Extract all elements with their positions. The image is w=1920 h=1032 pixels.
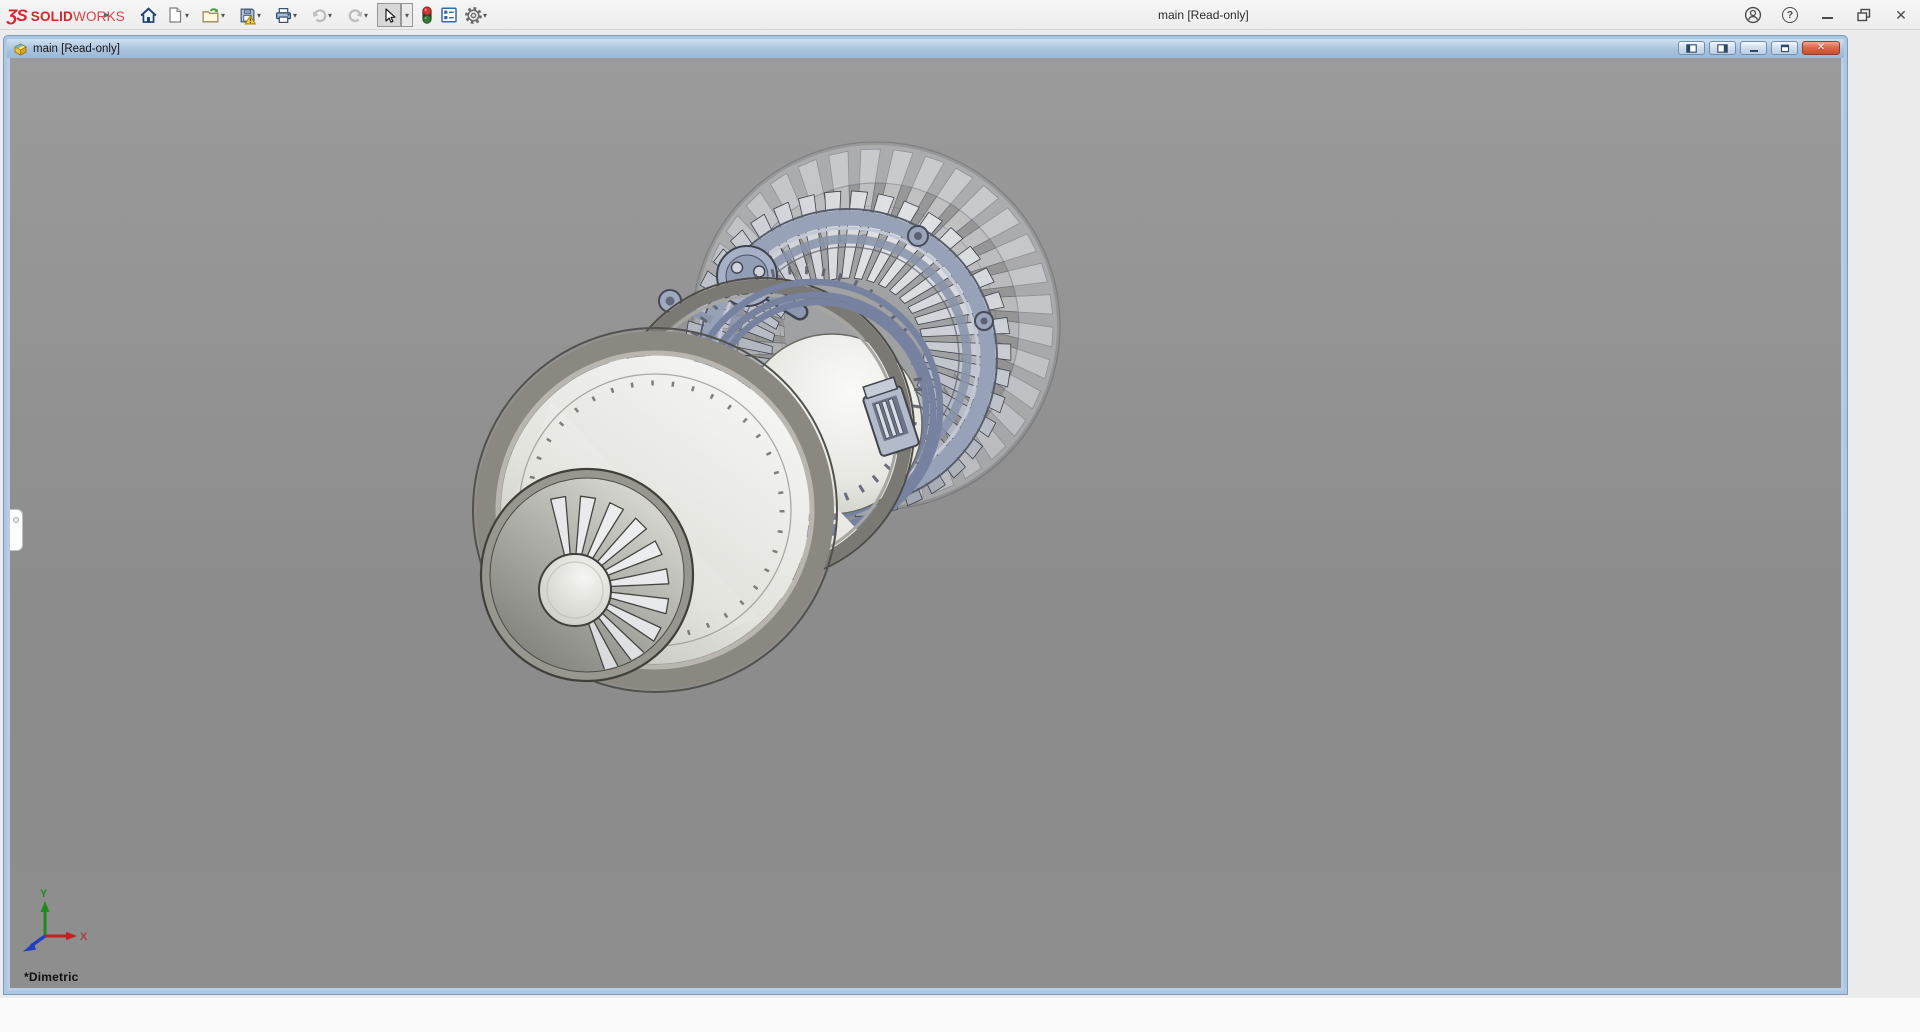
select-tool-button[interactable] bbox=[377, 3, 401, 27]
options-dropdown[interactable]: ▾ bbox=[479, 3, 491, 27]
doc-restore-button[interactable] bbox=[1771, 41, 1798, 55]
tab-knob-icon bbox=[13, 517, 19, 523]
new-document-dropdown[interactable]: ▾ bbox=[181, 3, 193, 27]
select-tool-dropdown[interactable]: ▾ bbox=[401, 3, 413, 27]
feature-tree-collapsed-tab[interactable] bbox=[10, 509, 23, 551]
redo-dropdown[interactable]: ▾ bbox=[360, 3, 372, 27]
pane-right-icon bbox=[1717, 44, 1728, 53]
document-window-controls: ✕ bbox=[1678, 41, 1840, 55]
doc-minimize-icon bbox=[1750, 50, 1758, 52]
design-table-icon bbox=[440, 6, 458, 24]
app-window-controls: ? ✕ bbox=[1744, 0, 1910, 30]
open-dropdown[interactable]: ▾ bbox=[217, 3, 229, 27]
solidworks-app: ƷSSOLIDWORKS ▸ ▾ ▾ bbox=[0, 0, 1920, 1032]
traffic-light-icon bbox=[419, 5, 435, 25]
minimize-icon bbox=[1822, 17, 1833, 19]
doc-tile-left-button[interactable] bbox=[1678, 41, 1705, 55]
selection-toggle-button[interactable] bbox=[415, 3, 439, 27]
document-window: main [Read-only] bbox=[4, 36, 1847, 994]
doc-minimize-button[interactable] bbox=[1740, 41, 1767, 55]
select-cursor-icon bbox=[380, 6, 398, 25]
app-close-button[interactable]: ✕ bbox=[1892, 6, 1910, 24]
doc-close-icon: ✕ bbox=[1817, 43, 1825, 53]
account-icon bbox=[1744, 6, 1762, 24]
graphics-viewport[interactable]: Y X *Dimetric bbox=[10, 58, 1841, 988]
app-window-title: main [Read-only] bbox=[1158, 0, 1249, 30]
document-title: main [Read-only] bbox=[33, 43, 120, 55]
document-titlebar: main [Read-only] bbox=[7, 39, 1844, 58]
triad-y-label: Y bbox=[40, 888, 48, 900]
orientation-triad[interactable]: Y X bbox=[23, 888, 88, 952]
jet-engine-model: Y X bbox=[10, 58, 1841, 988]
pane-left-icon bbox=[1686, 44, 1697, 53]
save-dropdown[interactable]: ▾ bbox=[253, 3, 265, 27]
doc-close-button[interactable]: ✕ bbox=[1802, 41, 1840, 55]
nozzle-hub bbox=[539, 554, 611, 626]
app-bottom-area bbox=[0, 998, 1920, 1032]
triad-x-label: X bbox=[80, 931, 88, 943]
home-button[interactable] bbox=[136, 3, 160, 27]
doc-restore-icon bbox=[1780, 44, 1790, 53]
undo-dropdown[interactable]: ▾ bbox=[324, 3, 336, 27]
assembly-document-icon bbox=[13, 42, 28, 56]
ds-logo-mark: ƷS bbox=[7, 6, 27, 26]
app-restore-button[interactable] bbox=[1855, 6, 1873, 24]
home-icon bbox=[139, 6, 158, 25]
report-button[interactable] bbox=[437, 3, 461, 27]
main-toolbar: ƷSSOLIDWORKS ▸ ▾ ▾ bbox=[0, 0, 1920, 30]
app-minimize-button[interactable] bbox=[1818, 6, 1836, 24]
menu-flyout-arrow-icon[interactable]: ▸ bbox=[104, 0, 110, 30]
restore-icon bbox=[1856, 7, 1872, 23]
account-button[interactable] bbox=[1744, 6, 1762, 24]
doc-tile-right-button[interactable] bbox=[1709, 41, 1736, 55]
help-button[interactable]: ? bbox=[1781, 6, 1799, 24]
print-dropdown[interactable]: ▾ bbox=[289, 3, 301, 27]
help-icon: ? bbox=[1782, 7, 1798, 23]
view-orientation-label: *Dimetric bbox=[24, 970, 79, 984]
